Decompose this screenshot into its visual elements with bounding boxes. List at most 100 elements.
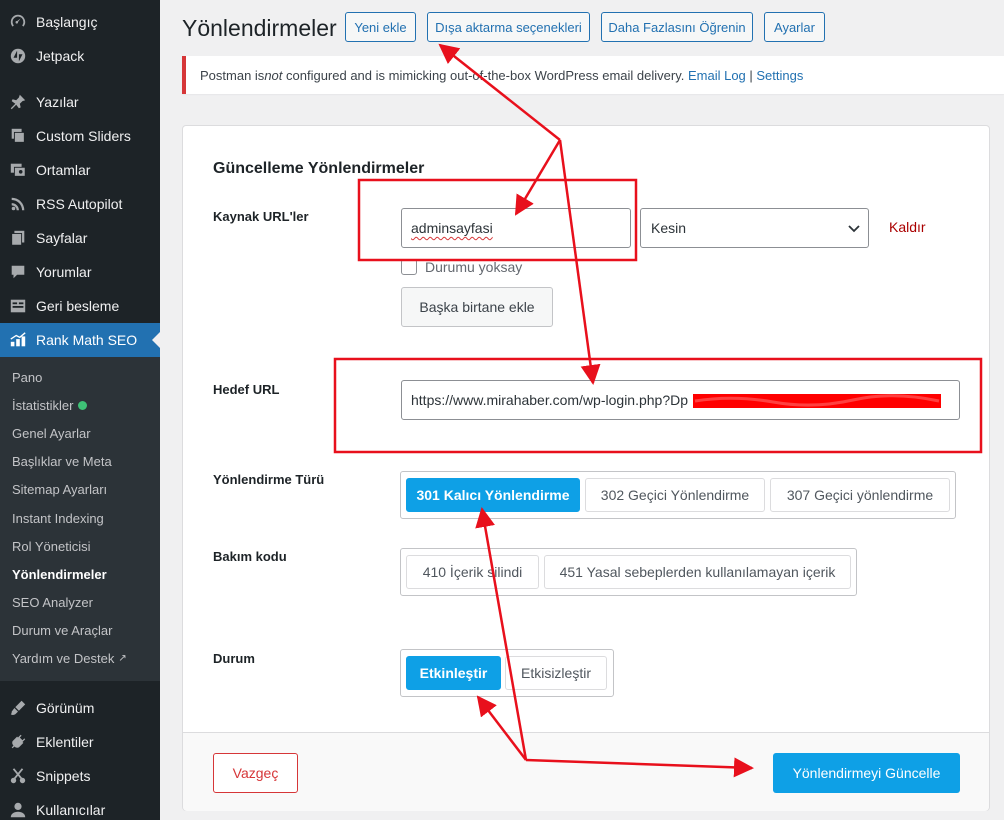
rank-math-icon: [8, 330, 28, 350]
submenu-label: Rol Yöneticisi: [12, 538, 91, 554]
menu-item-plugins[interactable]: Eklentiler: [0, 725, 160, 759]
submenu-label: Yönlendirmeler: [12, 566, 107, 582]
learn-more-button[interactable]: Daha Fazlasını Öğrenin: [601, 12, 753, 42]
menu-item-rss-autopilot[interactable]: RSS Autopilot: [0, 187, 160, 221]
menu-item-pages[interactable]: Sayfalar: [0, 221, 160, 255]
enable-option[interactable]: Etkinleştir: [406, 656, 501, 690]
notice-separator: |: [745, 67, 757, 83]
submenu-label: İstatistikler: [12, 397, 74, 413]
slides-icon: [8, 126, 28, 146]
add-new-button[interactable]: Yeni ekle: [345, 12, 416, 42]
menu-item-dashboard[interactable]: Başlangıç: [0, 5, 160, 39]
feedback-icon: [8, 296, 28, 316]
pin-icon: [8, 92, 28, 112]
menu-item-users[interactable]: Kullanıcılar: [0, 793, 160, 820]
submenu-label: Instant Indexing: [12, 510, 104, 526]
chevron-down-icon: [848, 220, 860, 236]
menu-item-appearance[interactable]: Görünüm: [0, 691, 160, 725]
submenu-item-instant-indexing[interactable]: Instant Indexing: [0, 504, 160, 532]
submenu-item-general-settings[interactable]: Genel Ayarlar: [0, 419, 160, 447]
submenu-item-help-support[interactable]: Yardım ve Destek ↗: [0, 645, 160, 673]
maintenance-code-label: Bakım kodu: [213, 549, 287, 564]
menu-item-snippets[interactable]: Snippets: [0, 759, 160, 793]
menu-item-jetpack[interactable]: Jetpack: [0, 39, 160, 73]
notice-text-b: configured and is mimicking out-of-the-b…: [282, 67, 688, 83]
appearance-icon: [8, 698, 28, 718]
source-url-input[interactable]: adminsayfasi: [401, 208, 631, 248]
notice-text-em: not: [264, 67, 283, 83]
notice-text-a: Postman is: [200, 67, 265, 83]
submenu-item-role-manager[interactable]: Rol Yöneticisi: [0, 532, 160, 560]
submenu-item-sitemap[interactable]: Sitemap Ayarları: [0, 476, 160, 504]
code-451-option[interactable]: 451 Yasal sebeplerden kullanılamayan içe…: [544, 555, 851, 589]
redirection-type-group: 301 Kalıcı Yönlendirme 302 Geçici Yönlen…: [400, 471, 956, 519]
plugins-icon: [8, 732, 28, 752]
export-options-button[interactable]: Dışa aktarma seçenekleri: [427, 12, 590, 42]
menu-item-media[interactable]: Ortamlar: [0, 153, 160, 187]
match-type-select[interactable]: Kesin: [640, 208, 869, 248]
submenu-label: Sitemap Ayarları: [12, 482, 108, 498]
type-307-option[interactable]: 307 Geçici yönlendirme: [770, 478, 950, 512]
menu-item-rank-math[interactable]: Rank Math SEO: [0, 323, 160, 357]
menu-item-comments[interactable]: Yorumlar: [0, 255, 160, 289]
admin-sidebar: Başlangıç Jetpack Yazılar Custom Sliders…: [0, 0, 160, 820]
ignore-case-checkbox[interactable]: Durumu yoksay: [401, 259, 522, 275]
checkbox-box[interactable]: [401, 259, 417, 275]
menu-label: Ortamlar: [36, 162, 91, 178]
settings-button[interactable]: Ayarlar: [764, 12, 825, 42]
menu-label: Jetpack: [36, 48, 85, 64]
target-url-value: https://www.mirahaber.com/wp-login.php?D…: [411, 392, 689, 408]
submenu-item-statistics[interactable]: İstatistikler: [0, 391, 160, 419]
submenu-label: Pano: [12, 369, 43, 385]
menu-label: Görünüm: [36, 700, 95, 717]
media-icon: [8, 160, 28, 180]
type-302-option[interactable]: 302 Geçici Yönlendirme: [585, 478, 765, 512]
redirection-type-label: Yönlendirme Türü: [213, 472, 325, 487]
menu-item-custom-sliders[interactable]: Custom Sliders: [0, 119, 160, 153]
jetpack-icon: [8, 46, 28, 66]
status-label: Durum: [213, 651, 255, 666]
add-another-button[interactable]: Başka birtane ekle: [401, 287, 553, 327]
rss-icon: [8, 194, 28, 214]
menu-label: Rank Math SEO: [36, 332, 138, 348]
disable-option[interactable]: Etkisizleştir: [505, 656, 607, 690]
users-icon: [8, 800, 28, 820]
submenu-label: Başlıklar ve Meta: [12, 454, 112, 470]
submenu-item-dashboard[interactable]: Pano: [0, 363, 160, 391]
redaction-scribble: [693, 394, 941, 408]
submenu-item-seo-analyzer[interactable]: SEO Analyzer: [0, 589, 160, 617]
ignore-case-label: Durumu yoksay: [425, 259, 523, 275]
menu-label: Custom Sliders: [36, 128, 131, 144]
submenu-label: Genel Ayarlar: [12, 425, 91, 441]
menu-label: Geri besleme: [36, 298, 120, 314]
code-410-option[interactable]: 410 İçerik silindi: [406, 555, 539, 589]
source-urls-label: Kaynak URL'ler: [213, 209, 309, 224]
source-url-value: adminsayfasi: [411, 220, 493, 236]
submenu-label: Durum ve Araçlar: [12, 623, 113, 639]
menu-label: Yorumlar: [36, 264, 92, 280]
email-log-link[interactable]: Email Log: [688, 68, 746, 83]
remove-link[interactable]: Kaldır: [889, 219, 926, 235]
menu-label: Eklentiler: [36, 734, 94, 751]
menu-label: Snippets: [36, 768, 91, 785]
submenu-label: Yardım ve Destek: [12, 651, 115, 667]
menu-label: Kullanıcılar: [36, 802, 106, 819]
menu-label: RSS Autopilot: [36, 196, 123, 212]
submenu-item-status-tools[interactable]: Durum ve Araçlar: [0, 617, 160, 645]
settings-link[interactable]: Settings: [756, 68, 803, 83]
menu-label: Yazılar: [36, 94, 79, 110]
menu-item-posts[interactable]: Yazılar: [0, 85, 160, 119]
type-301-option[interactable]: 301 Kalıcı Yönlendirme: [406, 478, 580, 512]
redirection-form-card: Güncelleme Yönlendirmeler Kaynak URL'ler…: [182, 125, 990, 811]
match-type-value: Kesin: [651, 220, 687, 236]
update-redirection-button[interactable]: Yönlendirmeyi Güncelle: [773, 753, 960, 793]
snippets-icon: [8, 766, 28, 786]
comments-icon: [8, 262, 28, 282]
submenu-item-redirections[interactable]: Yönlendirmeler: [0, 560, 160, 588]
maintenance-code-group: 410 İçerik silindi 451 Yasal sebeplerden…: [400, 548, 857, 596]
submenu-item-titles-meta[interactable]: Başlıklar ve Meta: [0, 448, 160, 476]
menu-item-feedback[interactable]: Geri besleme: [0, 289, 160, 323]
menu-label: Başlangıç: [36, 14, 98, 30]
cancel-button[interactable]: Vazgeç: [213, 753, 298, 793]
target-url-label: Hedef URL: [213, 382, 280, 397]
